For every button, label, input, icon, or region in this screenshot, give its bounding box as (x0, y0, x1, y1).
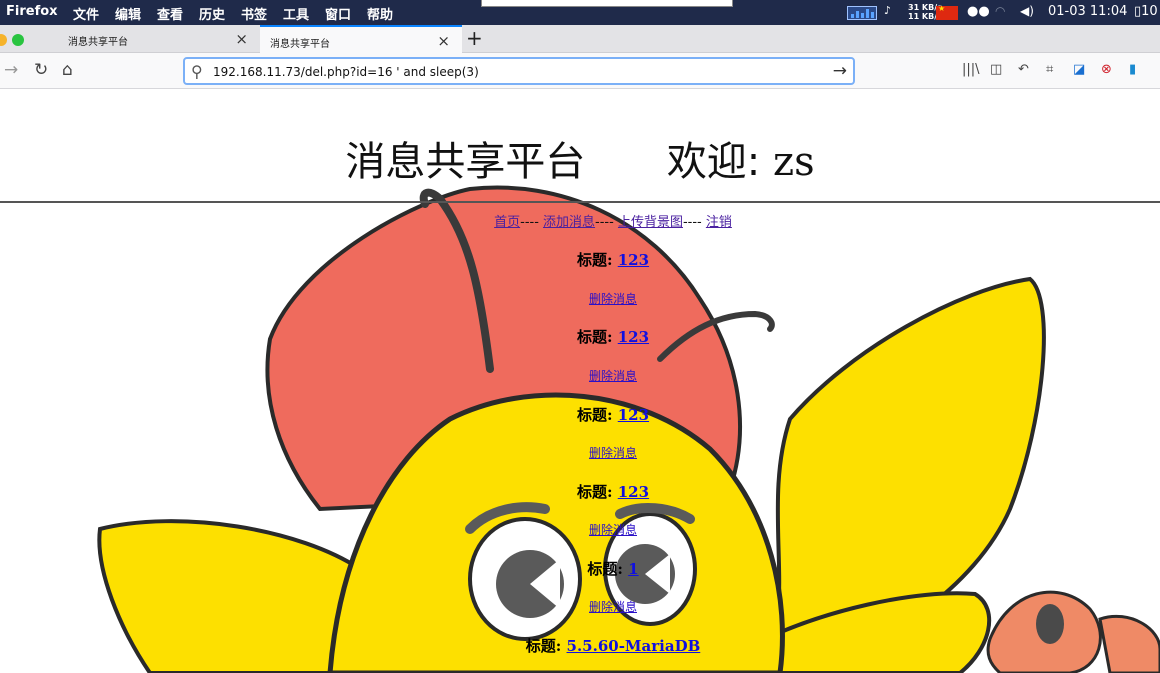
search-icon: ⚲ (191, 62, 203, 81)
url-input[interactable] (213, 63, 813, 81)
header-divider (0, 201, 1160, 203)
delete-message-link[interactable]: 删除消息 (589, 600, 637, 614)
nav-add-message-link[interactable]: 添加消息 (543, 215, 595, 230)
message-title-link[interactable]: 123 (618, 406, 649, 424)
message-title-row: 标题: 5.5.60-MariaDB (0, 635, 1160, 656)
message-delete-row: 删除消息 (0, 290, 1160, 307)
message-title-link[interactable]: 123 (618, 251, 649, 269)
library-icon[interactable]: |||\ (962, 62, 980, 77)
menu-edit[interactable]: 编辑 (115, 4, 141, 23)
delete-message-link[interactable]: 删除消息 (589, 446, 637, 460)
zoom-window-icon[interactable] (12, 34, 24, 46)
welcome-label: 欢迎: (666, 139, 761, 185)
nav-separator: ---- (595, 215, 614, 230)
message-title-link[interactable]: 1 (628, 560, 638, 578)
message-title-row: 标题: 123 (0, 404, 1160, 425)
menu-tools[interactable]: 工具 (283, 4, 309, 23)
message-title-link[interactable]: 123 (618, 483, 649, 501)
message-title-row: 标题: 123 (0, 326, 1160, 347)
forward-icon[interactable]: → (4, 60, 18, 80)
nav-logout-link[interactable]: 注销 (706, 215, 732, 230)
menu-window[interactable]: 窗口 (325, 4, 351, 23)
delete-message-link[interactable]: 删除消息 (589, 523, 637, 537)
screenshot-icon[interactable]: ◪ (1073, 62, 1085, 77)
minimize-window-icon[interactable] (0, 34, 7, 46)
title-label: 标题: (576, 483, 613, 501)
sync-icon: ♪ (884, 4, 892, 17)
battery-indicator[interactable]: ▯10 (1134, 4, 1158, 19)
menu-history[interactable]: 历史 (199, 4, 225, 23)
menubar-dropdown-edge (481, 0, 733, 7)
site-title: 消息共享平台 (345, 139, 586, 185)
menu-help[interactable]: 帮助 (367, 4, 393, 23)
tab-1[interactable]: 消息共享平台 × (58, 25, 260, 53)
menu-view[interactable]: 查看 (157, 4, 183, 23)
message-delete-row: 删除消息 (0, 367, 1160, 384)
apple-menu-app[interactable]: Firefox (6, 4, 58, 19)
username: zs (773, 139, 815, 185)
message-title-row: 标题: 1 (0, 558, 1160, 579)
tab-label: 消息共享平台 (68, 37, 128, 48)
home-icon[interactable]: ⌂ (62, 60, 73, 80)
undo-icon[interactable]: ↶ (1018, 62, 1029, 77)
message-delete-row: 删除消息 (0, 521, 1160, 538)
site-header: 消息共享平台 欢迎: zs (0, 129, 1160, 187)
navigation-toolbar: → ↻ ⌂ ⚲ → |||\ ◫ ↶ ⌗ ◪ ⊗ ▮ (0, 53, 1160, 89)
message-title-link[interactable]: 5.5.60-MariaDB (567, 637, 701, 655)
address-bar[interactable]: ⚲ → (183, 57, 855, 85)
tab-2-active[interactable]: 消息共享平台 × (260, 25, 462, 53)
message-delete-row: 删除消息 (0, 444, 1160, 461)
block-icon[interactable]: ⊗ (1101, 62, 1112, 77)
volume-icon[interactable]: ◀) (1020, 4, 1034, 18)
sidebar-icon[interactable]: ◫ (990, 62, 1002, 77)
title-label: 标题: (576, 251, 613, 269)
delete-message-link[interactable]: 删除消息 (589, 369, 637, 383)
input-source-flag-icon[interactable] (936, 4, 958, 20)
title-label: 标题: (576, 328, 613, 346)
macos-menubar: Firefox 文件 编辑 查看 历史 书签 工具 窗口 帮助 ♪ 31 KB/… (0, 0, 1160, 25)
go-arrow-icon[interactable]: → (833, 61, 847, 81)
page-viewport: 消息共享平台 欢迎: zs 首页---- 添加消息---- 上传背景图---- … (0, 89, 1160, 673)
title-label: 标题: (525, 637, 562, 655)
title-label: 标题: (576, 406, 613, 424)
network-graph-icon (847, 6, 877, 20)
wechat-icon[interactable]: ●● (967, 4, 990, 19)
crop-icon[interactable]: ⌗ (1046, 62, 1053, 77)
close-tab-icon[interactable]: × (235, 30, 248, 48)
title-label: 标题: (587, 560, 623, 578)
site-nav: 首页---- 添加消息---- 上传背景图---- 注销 (0, 211, 1160, 230)
new-tab-icon[interactable]: + (466, 26, 483, 50)
nav-separator: ---- (520, 215, 539, 230)
message-delete-row: 删除消息 (0, 598, 1160, 615)
delete-message-link[interactable]: 删除消息 (589, 292, 637, 306)
reload-icon[interactable]: ↻ (34, 60, 48, 80)
menu-bookmarks[interactable]: 书签 (241, 4, 267, 23)
message-title-link[interactable]: 123 (618, 328, 649, 346)
clock[interactable]: 01-03 11:04 (1048, 4, 1127, 19)
extension-icon[interactable]: ▮ (1129, 62, 1136, 77)
nav-home-link[interactable]: 首页 (494, 215, 520, 230)
nav-upload-background-link[interactable]: 上传背景图 (618, 215, 683, 230)
wifi-icon[interactable]: ◠ (995, 4, 1005, 18)
tab-label: 消息共享平台 (270, 39, 330, 50)
close-tab-icon[interactable]: × (437, 32, 450, 50)
message-title-row: 标题: 123 (0, 249, 1160, 270)
tab-bar: 消息共享平台 × 消息共享平台 × + (0, 25, 1160, 53)
message-title-row: 标题: 123 (0, 481, 1160, 502)
nav-separator: ---- (682, 215, 702, 230)
menu-file[interactable]: 文件 (73, 4, 99, 23)
